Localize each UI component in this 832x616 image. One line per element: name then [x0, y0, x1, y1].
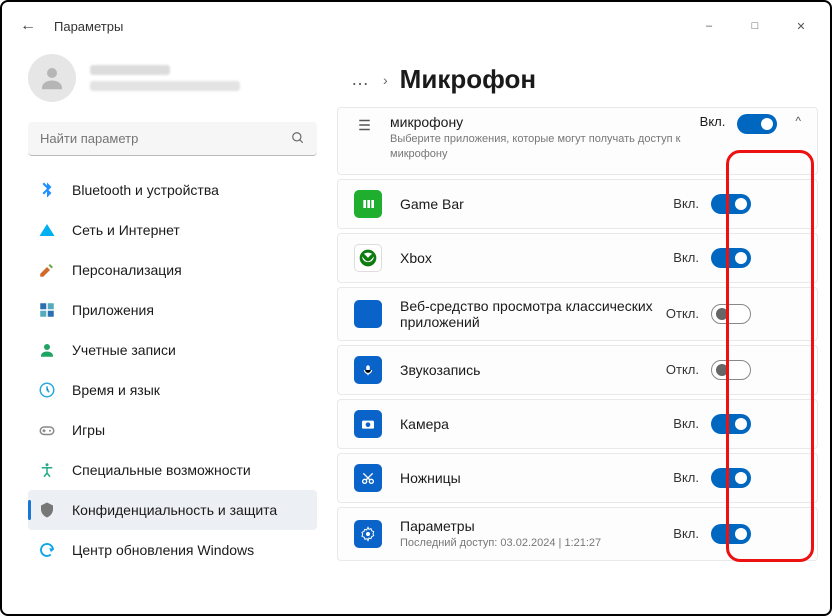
camera-app-icon — [354, 410, 382, 438]
sidebar-item-gaming[interactable]: Игры — [28, 410, 317, 450]
app-toggle-gamebar[interactable] — [711, 194, 751, 214]
header-card-toggle[interactable] — [737, 114, 777, 134]
close-button[interactable]: ✕ — [778, 10, 824, 42]
sidebar-item-personalization[interactable]: Персонализация — [28, 250, 317, 290]
window-controls: – □ ✕ — [686, 10, 824, 42]
sidebar-item-network[interactable]: Сеть и Интернет — [28, 210, 317, 250]
accessibility-icon — [38, 461, 56, 479]
app-state: Вкл. — [673, 416, 699, 431]
sidebar-item-accessibility[interactable]: Специальные возможности — [28, 450, 317, 490]
search-icon[interactable] — [291, 131, 305, 148]
sidebar-item-label: Время и язык — [72, 382, 160, 398]
app-row-xbox: XboxВкл. — [337, 233, 818, 283]
app-label: ПараметрыПоследний доступ: 03.02.2024 | … — [400, 518, 673, 550]
app-label: Game Bar — [400, 196, 673, 212]
minimize-button[interactable]: – — [686, 10, 732, 42]
accounts-icon — [38, 341, 56, 359]
sidebar-item-label: Сеть и Интернет — [72, 222, 180, 238]
sidebar-item-time[interactable]: Время и язык — [28, 370, 317, 410]
app-state: Откл. — [666, 362, 699, 377]
apps-icon — [38, 301, 56, 319]
app-row-gamebar: Game BarВкл. — [337, 179, 818, 229]
mic-access-header-card[interactable]: микрофону Выберите приложения, которые м… — [337, 107, 818, 175]
app-label: Камера — [400, 416, 673, 432]
personalization-icon — [38, 261, 56, 279]
snip-app-icon — [354, 464, 382, 492]
chevron-right-icon: › — [383, 72, 388, 88]
app-state: Вкл. — [673, 250, 699, 265]
sidebar-item-label: Конфиденциальность и защита — [72, 502, 277, 518]
app-label: Веб-средство просмотра классических прил… — [400, 298, 666, 330]
app-state: Вкл. — [673, 470, 699, 485]
sidebar-item-apps[interactable]: Приложения — [28, 290, 317, 330]
settings-app-icon — [354, 520, 382, 548]
header-card-state: Вкл. — [700, 114, 726, 129]
webviewer-app-icon — [354, 300, 382, 328]
search-box — [28, 122, 317, 156]
page-title: Микрофон — [400, 64, 536, 95]
avatar — [28, 54, 76, 102]
person-icon — [37, 63, 67, 93]
app-row-settings: ПараметрыПоследний доступ: 03.02.2024 | … — [337, 507, 818, 561]
main-panel: … › Микрофон микрофону Выберите приложен… — [327, 50, 830, 614]
app-toggle-xbox[interactable] — [711, 248, 751, 268]
window-title: Параметры — [54, 19, 123, 34]
app-toggle-webviewer[interactable] — [711, 304, 751, 324]
sidebar-item-label: Приложения — [72, 302, 154, 318]
settings-list: микрофону Выберите приложения, которые м… — [337, 107, 818, 614]
back-arrow-icon[interactable]: ← — [20, 17, 44, 35]
sidebar-item-label: Центр обновления Windows — [72, 542, 254, 558]
voicerec-app-icon — [354, 356, 382, 384]
header-card-sub: Выберите приложения, которые могут получ… — [390, 132, 700, 162]
search-input[interactable] — [28, 122, 317, 156]
app-toggle-camera[interactable] — [711, 414, 751, 434]
app-state: Откл. — [666, 306, 699, 321]
sidebar-item-label: Персонализация — [72, 262, 182, 278]
sidebar-item-accounts[interactable]: Учетные записи — [28, 330, 317, 370]
breadcrumb-more-icon[interactable]: … — [351, 69, 371, 90]
app-row-webviewer: Веб-средство просмотра классических прил… — [337, 287, 818, 341]
sidebar-item-label: Игры — [72, 422, 105, 438]
privacy-icon — [38, 501, 56, 519]
app-toggle-settings[interactable] — [711, 524, 751, 544]
bluetooth-icon — [38, 181, 56, 199]
sidebar: Bluetooth и устройства Сеть и Интернет Пер… — [2, 50, 327, 614]
sidebar-item-privacy[interactable]: Конфиденциальность и защита — [28, 490, 317, 530]
app-state: Вкл. — [673, 196, 699, 211]
app-row-voicerec: ЗвукозаписьОткл. — [337, 345, 818, 395]
chevron-up-icon[interactable]: ^ — [795, 114, 801, 128]
app-toggle-snip[interactable] — [711, 468, 751, 488]
gamebar-app-icon — [354, 190, 382, 218]
app-label: Xbox — [400, 250, 673, 266]
update-icon — [38, 541, 56, 559]
sidebar-item-label: Специальные возможности — [72, 462, 251, 478]
gaming-icon — [38, 421, 56, 439]
sidebar-item-update[interactable]: Центр обновления Windows — [28, 530, 317, 570]
app-row-snip: НожницыВкл. — [337, 453, 818, 503]
app-label: Звукозапись — [400, 362, 666, 378]
maximize-button[interactable]: □ — [732, 10, 778, 42]
nav-list: Bluetooth и устройства Сеть и Интернет Пер… — [28, 170, 317, 570]
sidebar-item-label: Bluetooth и устройства — [72, 182, 219, 198]
app-row-camera: КамераВкл. — [337, 399, 818, 449]
sidebar-item-label: Учетные записи — [72, 342, 176, 358]
xbox-app-icon — [354, 244, 382, 272]
breadcrumb: … › Микрофон — [327, 50, 818, 107]
app-toggle-voicerec[interactable] — [711, 360, 751, 380]
time-icon — [38, 381, 56, 399]
list-icon — [354, 116, 374, 137]
app-state: Вкл. — [673, 526, 699, 541]
header-card-title: микрофону — [390, 114, 700, 130]
profile-text — [90, 65, 240, 91]
profile-block[interactable] — [28, 50, 317, 106]
sidebar-item-bluetooth[interactable]: Bluetooth и устройства — [28, 170, 317, 210]
titlebar: ← Параметры – □ ✕ — [2, 2, 830, 50]
network-icon — [38, 221, 56, 239]
app-label: Ножницы — [400, 470, 673, 486]
